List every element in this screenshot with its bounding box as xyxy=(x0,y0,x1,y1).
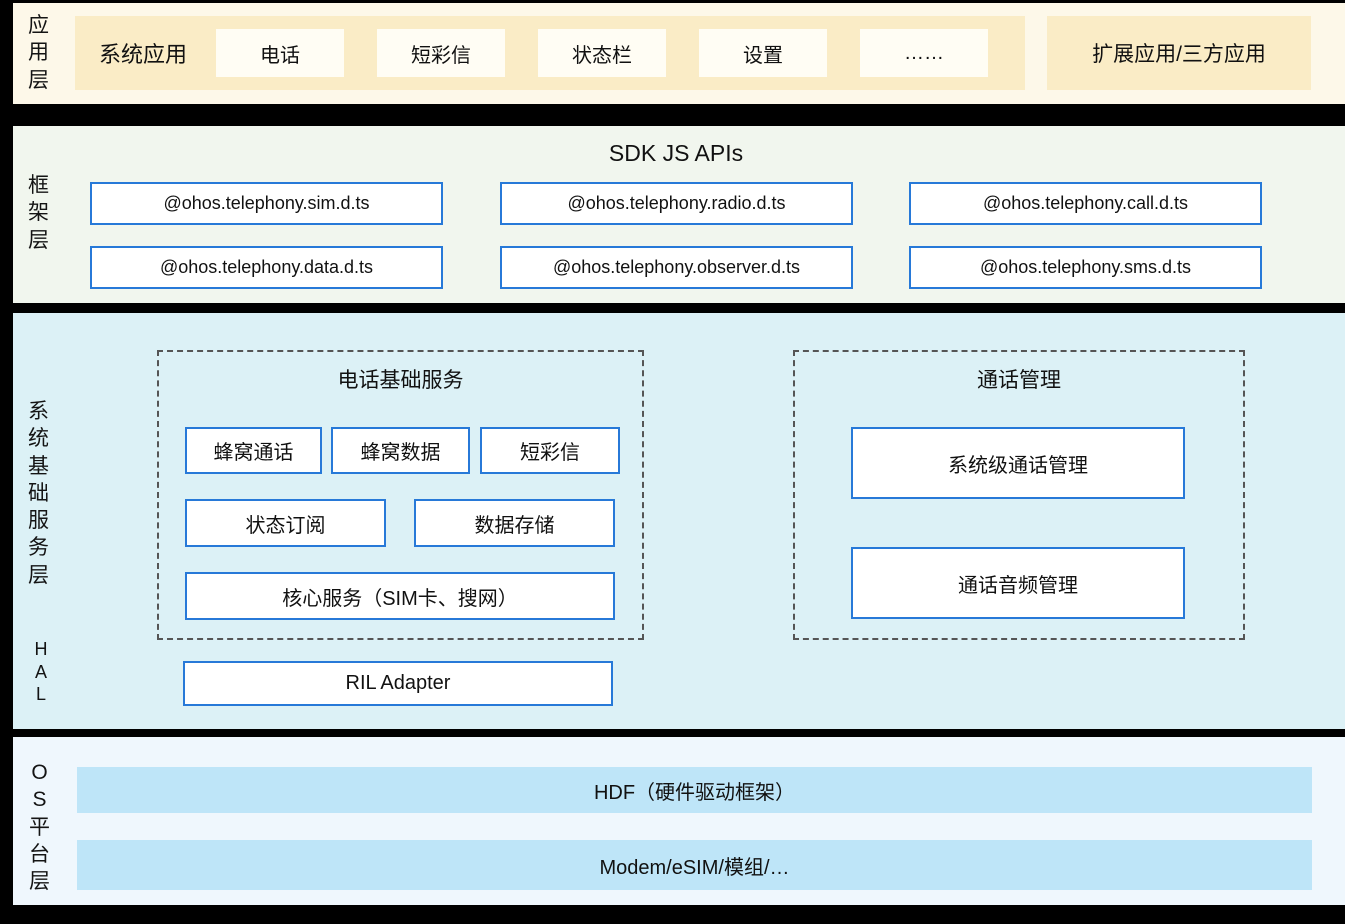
service-box-call-audio-management: 通话音频管理 xyxy=(851,547,1185,619)
framework-layer-label: 框架层 xyxy=(28,172,49,254)
app-box-phone: 电话 xyxy=(216,29,344,77)
service-box-sms-mms: 短彩信 xyxy=(480,427,620,474)
service-box-cellular-data: 蜂窝数据 xyxy=(331,427,470,474)
app-box-statusbar: 状态栏 xyxy=(538,29,666,77)
service-box-state-subscribe: 状态订阅 xyxy=(185,499,386,547)
api-box-sms: @ohos.telephony.sms.d.ts xyxy=(909,246,1262,289)
modem-bar: Modem/eSIM/模组/… xyxy=(77,840,1312,890)
ril-adapter-box: RIL Adapter xyxy=(183,661,613,706)
hdf-bar: HDF（硬件驱动框架） xyxy=(77,767,1312,813)
system-apps-band: 系统应用 电话 短彩信 状态栏 设置 …… xyxy=(75,16,1025,90)
hal-label: HAL xyxy=(32,638,50,706)
app-layer-section: 应用层 系统应用 电话 短彩信 状态栏 设置 …… 扩展应用/三方应用 xyxy=(13,3,1345,104)
sdk-js-apis-title: SDK JS APIs xyxy=(90,140,1262,167)
system-apps-label: 系统应用 xyxy=(99,16,187,90)
api-box-observer: @ohos.telephony.observer.d.ts xyxy=(500,246,853,289)
app-box-sms-mms: 短彩信 xyxy=(377,29,505,77)
api-box-call: @ohos.telephony.call.d.ts xyxy=(909,182,1262,225)
service-box-system-call-management: 系统级通话管理 xyxy=(851,427,1185,499)
os-platform-layer-section: OS平台层 HDF（硬件驱动框架） Modem/eSIM/模组/… xyxy=(13,737,1345,905)
service-box-core-service: 核心服务（SIM卡、搜网） xyxy=(185,572,615,620)
app-layer-label: 应用层 xyxy=(28,12,49,94)
call-management-group: 通话管理 系统级通话管理 通话音频管理 xyxy=(793,350,1245,640)
telephony-base-services-group: 电话基础服务 蜂窝通话 蜂窝数据 短彩信 状态订阅 数据存储 核心服务（SIM卡… xyxy=(157,350,644,640)
framework-layer-section: 框架层 SDK JS APIs @ohos.telephony.sim.d.ts… xyxy=(13,126,1345,303)
system-services-layer-label: 系统基础服务层 xyxy=(28,398,49,589)
extended-third-party-apps-box: 扩展应用/三方应用 xyxy=(1047,16,1311,90)
service-box-cellular-call: 蜂窝通话 xyxy=(185,427,322,474)
telephony-base-services-title: 电话基础服务 xyxy=(159,364,642,394)
service-box-data-storage: 数据存储 xyxy=(414,499,615,547)
api-box-radio: @ohos.telephony.radio.d.ts xyxy=(500,182,853,225)
os-platform-layer-label: OS平台层 xyxy=(29,759,50,895)
api-box-sim: @ohos.telephony.sim.d.ts xyxy=(90,182,443,225)
app-box-more: …… xyxy=(860,29,988,77)
app-box-settings: 设置 xyxy=(699,29,827,77)
system-services-layer-section: 系统基础服务层 HAL 电话基础服务 蜂窝通话 蜂窝数据 短彩信 状态订阅 数据… xyxy=(13,313,1345,729)
call-management-title: 通话管理 xyxy=(795,364,1243,394)
api-box-data: @ohos.telephony.data.d.ts xyxy=(90,246,443,289)
